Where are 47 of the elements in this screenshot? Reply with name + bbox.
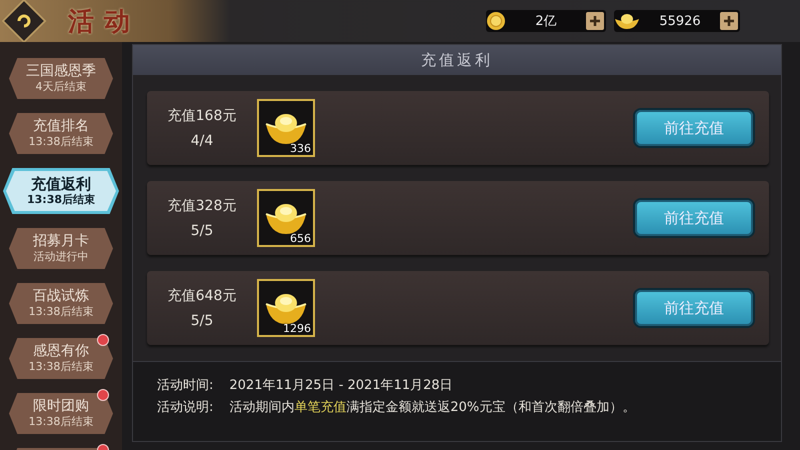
sidebar-tab[interactable]: 三国感恩季 4天后结束	[9, 58, 113, 99]
tab-countdown: 4天后结束	[36, 80, 86, 94]
reward-item[interactable]: 656	[257, 189, 315, 247]
tier-label: 充值168元	[168, 107, 236, 125]
item-count: 1296	[283, 322, 311, 335]
tab-countdown: 13:38后结束	[28, 135, 94, 149]
sidebar-tab[interactable]: 百战试炼 13:38后结束	[9, 283, 113, 324]
item-count: 336	[290, 142, 311, 155]
tab-label: 感恩有你	[33, 343, 89, 360]
tab-countdown: 13:38后结束	[28, 415, 94, 429]
add-button[interactable]	[586, 12, 604, 30]
times-text: 4/4	[190, 133, 214, 149]
tier-label: 充值328元	[168, 197, 236, 215]
currency-amount: 2亿	[534, 13, 558, 30]
tier-label: 充值648元	[168, 287, 236, 305]
coin-icon	[486, 11, 506, 31]
info-label: 活动时间:	[157, 377, 214, 394]
tab-label: 招募月卡	[33, 233, 89, 250]
page-title: 活动	[68, 6, 140, 38]
reward-item[interactable]: 336	[257, 99, 315, 157]
sidebar-tab[interactable]: 感恩有你 13:38后结束	[9, 338, 113, 379]
tab-label: 充值返利	[31, 176, 91, 192]
sidebar-tab[interactable]: 限时团购 13:38后结束	[9, 393, 113, 434]
plus-icon	[589, 15, 601, 27]
ingot-icon	[614, 12, 640, 30]
times-text: 5/5	[190, 223, 214, 239]
tab-countdown: 活动进行中	[34, 250, 88, 264]
plus-icon	[723, 15, 735, 27]
currency-amount: 55926	[658, 14, 702, 28]
times-text: 5/5	[190, 313, 214, 329]
tab-countdown: 13:38后结束	[28, 360, 94, 374]
sidebar-tab[interactable]: 充值返利 13:38后结束	[3, 168, 119, 214]
sidebar-tab[interactable]: 充值排名 13:38后结束	[9, 113, 113, 154]
add-button[interactable]	[720, 12, 738, 30]
event-time: 2021年11月25日 - 2021年11月28日	[229, 377, 453, 394]
reward-item[interactable]: 1296	[257, 279, 315, 337]
event-description: 活动期间内单笔充值满指定金额就送返20%元宝（和首次翻倍叠加）。	[229, 399, 636, 416]
tab-countdown: 13:38后结束	[28, 305, 94, 319]
info-label: 活动说明:	[157, 399, 214, 416]
panel-title: 充值返利	[133, 45, 781, 75]
tab-label: 百战试炼	[33, 288, 89, 305]
item-count: 656	[290, 232, 311, 245]
tab-label: 限时团购	[33, 398, 89, 415]
tab-countdown: 13:38后结束	[26, 192, 95, 206]
sidebar-tab[interactable]: 招募月卡 活动进行中	[9, 228, 113, 269]
tab-label: 三国感恩季	[26, 63, 96, 80]
tab-label: 充值排名	[33, 118, 89, 135]
